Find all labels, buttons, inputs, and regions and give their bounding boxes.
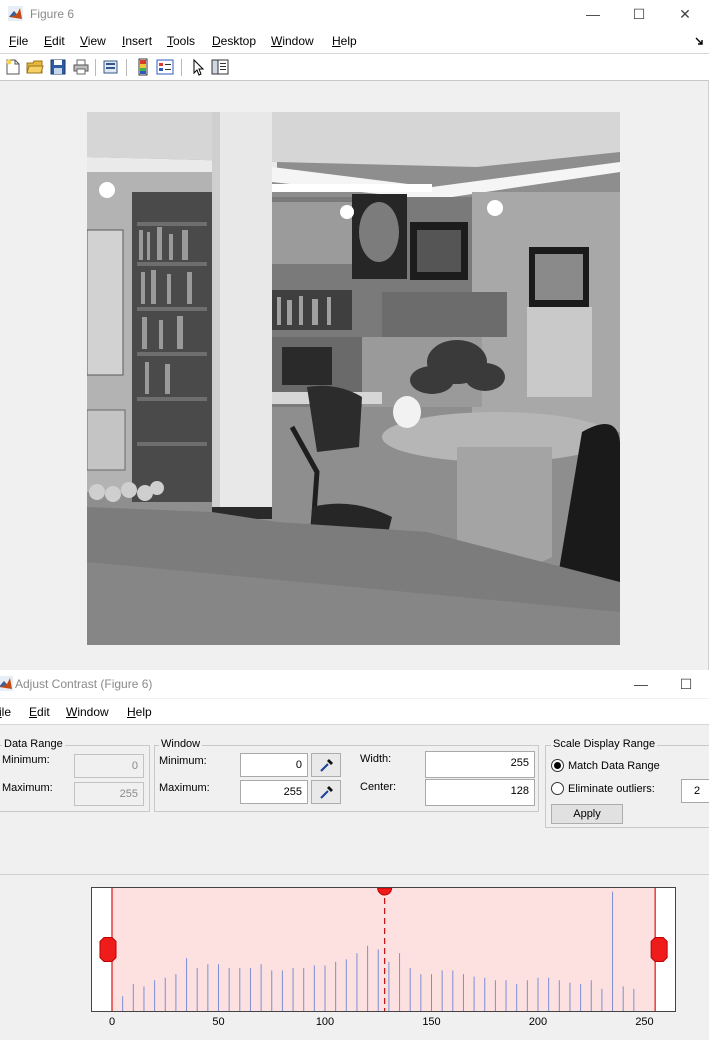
data-min-label: Minimum: xyxy=(2,754,50,766)
x-tick-label: 200 xyxy=(528,1016,548,1028)
window-panel-title: Window xyxy=(159,738,203,750)
colorbar-icon[interactable] xyxy=(134,58,152,76)
width-field[interactable]: 255 xyxy=(425,751,535,778)
new-figure-icon[interactable] xyxy=(4,58,22,76)
window-max-label: Maximum: xyxy=(159,782,210,794)
menu-desktop[interactable]: Desktop xyxy=(212,34,256,48)
x-tick-label: 150 xyxy=(422,1016,441,1028)
figure-titlebar[interactable]: Figure 6 — ☐ ✕ xyxy=(0,0,709,28)
window-max-handle xyxy=(650,937,668,962)
outliers-percent-field[interactable]: 2 xyxy=(681,779,709,803)
data-max-label: Maximum: xyxy=(2,782,53,794)
minimize-button[interactable]: — xyxy=(626,674,656,694)
property-inspector-icon[interactable] xyxy=(211,58,229,76)
x-tick-label: 250 xyxy=(635,1016,654,1028)
eliminate-outliers-radio[interactable] xyxy=(551,782,564,795)
figure-window: Figure 6 — ☐ ✕ File Edit View Insert Too… xyxy=(0,0,709,670)
x-tick-label: 0 xyxy=(108,1016,116,1028)
menu-edit[interactable]: Edit xyxy=(29,705,50,719)
center-field[interactable]: 128 xyxy=(425,779,535,806)
data-range-title: Data Range xyxy=(2,738,65,750)
office-grayscale-image xyxy=(87,112,620,645)
menu-help[interactable]: Help xyxy=(332,34,357,48)
data-max-field: 255 xyxy=(74,782,144,806)
menu-help[interactable]: Help xyxy=(127,705,152,719)
window-title: Adjust Contrast (Figure 6) xyxy=(15,677,153,691)
matlab-icon xyxy=(0,676,13,691)
width-label: Width: xyxy=(360,753,392,765)
toolbar-separator xyxy=(126,59,127,76)
match-data-range-label[interactable]: Match Data Range xyxy=(568,760,660,772)
close-button[interactable]: ✕ xyxy=(670,4,700,24)
menu-edit[interactable]: Edit xyxy=(44,34,65,48)
save-icon[interactable] xyxy=(49,58,67,76)
figure-menubar: File Edit View Insert Tools Desktop Wind… xyxy=(0,28,709,54)
menu-file[interactable]: File xyxy=(9,34,28,48)
figure-toolbar xyxy=(0,54,709,81)
matlab-icon xyxy=(8,6,23,21)
menu-window[interactable]: Window xyxy=(271,34,314,48)
toolbar-separator xyxy=(181,59,182,76)
legend-icon[interactable] xyxy=(156,58,174,76)
open-file-icon[interactable] xyxy=(26,58,44,76)
toolbar-separator xyxy=(95,59,96,76)
window-min-label: Minimum: xyxy=(159,755,207,767)
eyedropper-icon xyxy=(320,786,333,799)
x-tick-label: 50 xyxy=(212,1016,225,1028)
pointer-icon[interactable] xyxy=(189,58,207,76)
apply-button[interactable]: Apply xyxy=(551,804,623,824)
menu-view[interactable]: View xyxy=(80,34,106,48)
center-label: Center: xyxy=(360,781,397,793)
menu-insert[interactable]: Insert xyxy=(122,34,152,48)
window-range-patch xyxy=(112,888,656,1011)
menu-window[interactable]: Window xyxy=(66,705,109,719)
divider xyxy=(0,874,709,875)
window-min-handle xyxy=(99,937,117,962)
adjust-contrast-window: Adjust Contrast (Figure 6) — ☐ ile Edit … xyxy=(0,670,709,1040)
data-min-field: 0 xyxy=(74,754,144,778)
histogram-plot xyxy=(99,887,668,1011)
x-tick-label: 100 xyxy=(315,1016,335,1028)
min-eyedropper-button[interactable] xyxy=(311,753,341,777)
match-data-range-radio[interactable] xyxy=(551,759,564,772)
adjust-titlebar[interactable]: Adjust Contrast (Figure 6) — ☐ xyxy=(0,670,709,698)
menu-tools[interactable]: Tools xyxy=(167,34,195,48)
eyedropper-icon xyxy=(320,759,333,772)
adjust-menubar: ile Edit Window Help xyxy=(0,699,709,725)
window-panel: Window Minimum: 0 Maximum: 255 Width: 25… xyxy=(154,738,539,812)
print-icon[interactable] xyxy=(72,58,90,76)
dock-arrow-icon[interactable] xyxy=(695,37,704,46)
print-preview-icon[interactable] xyxy=(102,58,120,76)
scale-display-range-panel: Scale Display Range Match Data Range Eli… xyxy=(545,738,709,828)
menu-file[interactable]: ile xyxy=(0,705,11,719)
maximize-button[interactable]: ☐ xyxy=(671,674,701,694)
histogram-axes[interactable] xyxy=(91,887,676,1012)
window-max-field[interactable]: 255 xyxy=(240,780,308,804)
minimize-button[interactable]: — xyxy=(578,4,608,24)
maximize-button[interactable]: ☐ xyxy=(624,4,654,24)
data-range-panel: Data Range Minimum: 0 Maximum: 255 xyxy=(0,738,150,812)
scale-panel-title: Scale Display Range xyxy=(551,738,658,750)
window-min-field[interactable]: 0 xyxy=(240,753,308,777)
eliminate-outliers-label[interactable]: Eliminate outliers: xyxy=(568,783,655,795)
max-eyedropper-button[interactable] xyxy=(311,780,341,804)
window-title: Figure 6 xyxy=(30,7,75,21)
